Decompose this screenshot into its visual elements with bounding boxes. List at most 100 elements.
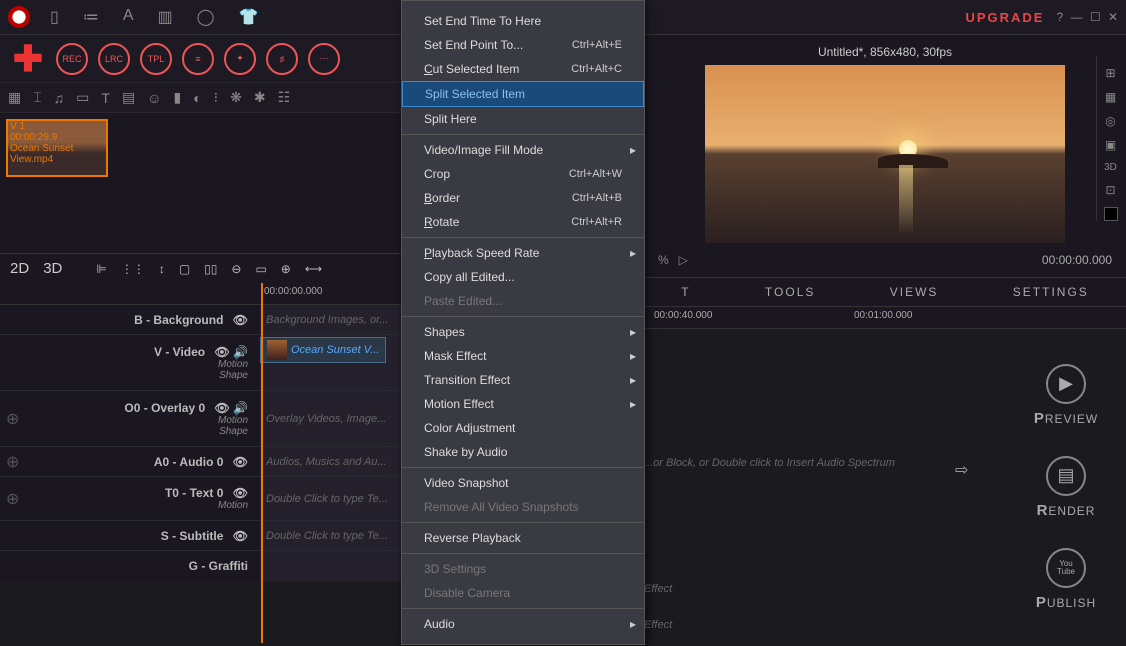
- text-a-icon[interactable]: A: [123, 7, 134, 27]
- layout-icon[interactable]: ▦: [8, 89, 21, 106]
- tab-2d[interactable]: 2D: [10, 260, 29, 277]
- grid-icon[interactable]: ⋮⋮: [121, 262, 145, 276]
- visibility-icon[interactable]: 👁: [214, 401, 229, 415]
- contrast-icon[interactable]: ◐: [193, 90, 201, 106]
- menu-item[interactable]: Video/Image Fill Mode: [402, 138, 644, 162]
- audio-icon[interactable]: 🔊: [233, 345, 248, 359]
- menu-item[interactable]: Shake by Audio: [402, 440, 644, 464]
- expand-arrow-icon[interactable]: ⇨: [955, 460, 968, 480]
- menu-item[interactable]: Reverse Playback: [402, 526, 644, 550]
- menu-item[interactable]: Audio: [402, 612, 644, 636]
- tab-settings[interactable]: SETTINGS: [1013, 285, 1089, 299]
- camera-icon[interactable]: ⌶: [33, 89, 41, 106]
- menu-item: 3D Settings: [402, 557, 644, 581]
- dock-icon-4[interactable]: ▣: [1105, 138, 1116, 152]
- visibility-icon[interactable]: 👁: [233, 455, 248, 469]
- template-button[interactable]: TPL: [140, 43, 172, 75]
- fit-icon[interactable]: ⟷: [305, 262, 322, 276]
- shirt-icon[interactable]: 👕: [239, 7, 259, 27]
- upgrade-link[interactable]: UPGRADE: [965, 10, 1044, 25]
- dock-icons: ⊞ ▦ ◎ ▣ 3D ⊡: [1096, 56, 1124, 221]
- close-button[interactable]: ✕: [1108, 10, 1118, 24]
- battery-icon[interactable]: ▮: [173, 89, 181, 106]
- smile-icon[interactable]: ☺: [147, 90, 161, 106]
- overlay-hint-right[interactable]: ...or Block, or Double click to Insert A…: [644, 457, 895, 469]
- dock-icon-2[interactable]: ▦: [1105, 90, 1116, 104]
- menu-item[interactable]: RotateCtrl+Alt+R: [402, 210, 644, 234]
- equalizer-button[interactable]: ♯: [266, 43, 298, 75]
- adjust-icon[interactable]: ☷: [278, 89, 291, 106]
- visibility-icon[interactable]: 👁: [233, 313, 248, 327]
- zoom-out-icon[interactable]: ⊖: [231, 262, 241, 276]
- right-ruler[interactable]: 00:00:40.000 00:01:00.000: [644, 307, 1126, 329]
- media-thumbnail[interactable]: V 1 00:00:29.9 Ocean Sunset View.mp4: [6, 119, 108, 177]
- dock-icon-3[interactable]: ◎: [1105, 114, 1115, 128]
- audio-icon[interactable]: 🔊: [233, 401, 248, 415]
- text-icon[interactable]: T: [101, 90, 110, 106]
- dock-icon-5[interactable]: ⊡: [1105, 183, 1115, 197]
- maximize-button[interactable]: ☐: [1090, 10, 1101, 24]
- visibility-icon[interactable]: 👁: [233, 529, 248, 543]
- playhead[interactable]: [261, 283, 263, 643]
- menu-item[interactable]: Set End Point To...Ctrl+Alt+E: [402, 33, 644, 57]
- film-icon[interactable]: ▭: [76, 89, 89, 106]
- menu-item[interactable]: Playback Speed Rate: [402, 241, 644, 265]
- flower-icon[interactable]: ❋: [230, 89, 242, 106]
- menu-item[interactable]: Cut Selected ItemCtrl+Alt+C: [402, 57, 644, 81]
- publish-button[interactable]: YouTube PUBLISH: [1036, 548, 1096, 611]
- youtube-icon: YouTube: [1046, 548, 1086, 588]
- dots-icon[interactable]: ⁝: [214, 89, 218, 106]
- card-icon[interactable]: ▤: [122, 89, 135, 106]
- columns-icon[interactable]: ▥: [157, 7, 172, 27]
- tab-views[interactable]: VIEWS: [890, 285, 939, 299]
- tab-truncated[interactable]: T: [681, 285, 690, 299]
- app-logo: [8, 6, 30, 28]
- text-hint-right[interactable]: Effect: [644, 583, 672, 595]
- add-media-button[interactable]: ✚: [8, 39, 48, 79]
- menu-item[interactable]: Set End Time To Here: [402, 9, 644, 33]
- visibility-icon[interactable]: 👁: [233, 486, 248, 500]
- crop-icon[interactable]: ▢: [179, 262, 190, 276]
- subtitle-hint-right[interactable]: Effect: [644, 619, 672, 631]
- menu-item[interactable]: Transition Effect: [402, 368, 644, 392]
- visibility-icon[interactable]: 👁: [214, 345, 229, 359]
- record-button[interactable]: REC: [56, 43, 88, 75]
- play-button[interactable]: ▷: [679, 253, 688, 267]
- video-preview[interactable]: [705, 65, 1065, 243]
- bookmark-icon[interactable]: ▯: [50, 7, 59, 27]
- menu-item[interactable]: Color Adjustment: [402, 416, 644, 440]
- dock-icon-3d[interactable]: 3D: [1104, 162, 1117, 173]
- sparkle-button[interactable]: ✦: [224, 43, 256, 75]
- render-button[interactable]: ▤ RENDER: [1037, 456, 1096, 519]
- menu-item[interactable]: Mask Effect: [402, 344, 644, 368]
- menu-item[interactable]: Copy all Edited...: [402, 265, 644, 289]
- dock-icon-1[interactable]: ⊞: [1105, 66, 1115, 80]
- puzzle-icon[interactable]: ✱: [254, 89, 266, 106]
- extra-button[interactable]: ⋯: [308, 43, 340, 75]
- lyrics-button[interactable]: LRC: [98, 43, 130, 75]
- minimize-button[interactable]: —: [1070, 10, 1082, 24]
- menu-item[interactable]: Split Here: [402, 107, 644, 131]
- video-clip[interactable]: Ocean Sunset V...: [260, 337, 386, 363]
- tab-tools[interactable]: TOOLS: [765, 285, 815, 299]
- thumb-name2: View.mp4: [10, 154, 73, 165]
- menu-item[interactable]: Video Snapshot: [402, 471, 644, 495]
- menu-item[interactable]: CropCtrl+Alt+W: [402, 162, 644, 186]
- music-icon[interactable]: ♫: [54, 90, 65, 106]
- split-icon[interactable]: ▯▯: [204, 262, 217, 276]
- zoom-in-icon[interactable]: ⊕: [281, 262, 291, 276]
- preview-button[interactable]: ▶ PREVIEW: [1034, 364, 1098, 427]
- help-button[interactable]: ?: [1056, 10, 1063, 24]
- list-icon[interactable]: ≔: [83, 7, 99, 27]
- align-left-icon[interactable]: ⊫: [96, 262, 106, 276]
- menu-item[interactable]: Motion Effect: [402, 392, 644, 416]
- updown-icon[interactable]: ↕: [159, 262, 165, 276]
- zoom-box-icon[interactable]: ▭: [255, 262, 266, 276]
- search-icon[interactable]: ◯: [197, 7, 215, 27]
- tab-3d[interactable]: 3D: [43, 260, 62, 277]
- dock-color-swatch[interactable]: [1104, 207, 1118, 221]
- menu-item[interactable]: Shapes: [402, 320, 644, 344]
- list-circle-button[interactable]: ≡: [182, 43, 214, 75]
- menu-item[interactable]: BorderCtrl+Alt+B: [402, 186, 644, 210]
- menu-item[interactable]: Split Selected Item: [402, 81, 644, 107]
